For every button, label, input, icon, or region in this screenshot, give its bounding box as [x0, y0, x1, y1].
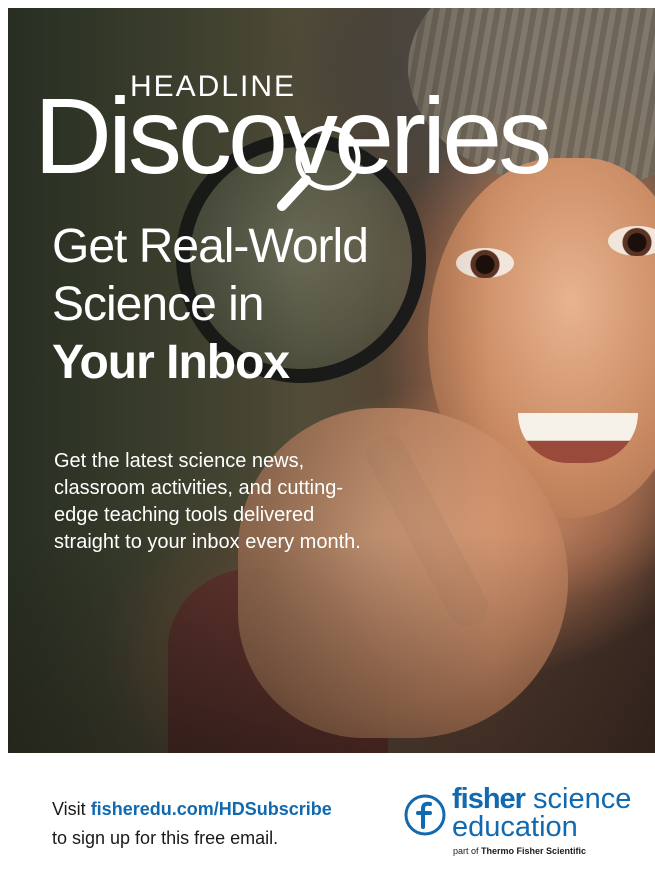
search-icon — [277, 125, 361, 211]
brand-parent-prefix: part of — [453, 846, 482, 856]
hero-bottom-shade — [8, 533, 655, 753]
brand-parent-name: Thermo Fisher Scientific — [481, 846, 587, 856]
tagline-line-1: Get Real-World — [52, 220, 369, 273]
visit-prefix: Visit — [52, 799, 91, 819]
brand-education: education — [452, 811, 578, 843]
tagline-line-3: Your Inbox — [52, 336, 290, 389]
visit-line: Visit fisheredu.com/HDSubscribe — [52, 795, 332, 824]
tagline-line-2: Science in — [52, 278, 264, 331]
fisher-f-logo-icon — [404, 794, 446, 836]
body-copy: Get the latest science news, classroom a… — [54, 450, 361, 553]
subscribe-link[interactable]: fisheredu.com/HDSubscribe — [91, 799, 332, 819]
subscribe-call-to-action: Visit fisheredu.com/HDSubscribe to sign … — [52, 795, 332, 853]
tagline: Get Real-World Science in Your Inbox — [52, 218, 369, 392]
newsletter-ad: HEADLINE Discoveries Get Real-World Scie… — [0, 0, 655, 883]
visit-suffix: to sign up for this free email. — [52, 828, 279, 848]
brand-parent: part of Thermo Fisher Scientific — [453, 846, 586, 856]
brand-wordmark: fisher science — [452, 784, 631, 814]
